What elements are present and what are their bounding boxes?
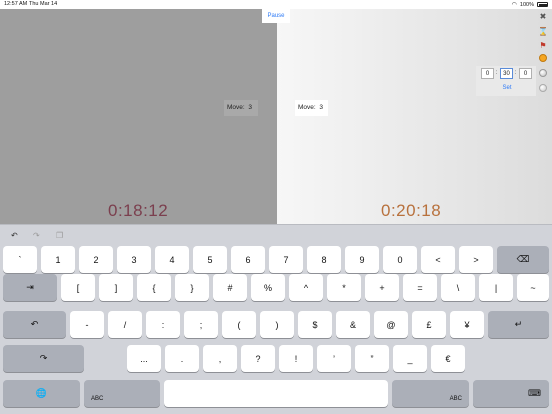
key[interactable]: € <box>431 345 465 372</box>
move-label: Move: <box>227 104 245 111</box>
key[interactable]: } <box>175 274 209 301</box>
key[interactable]: \ <box>441 274 475 301</box>
key[interactable]: % <box>251 274 285 301</box>
key[interactable]: & <box>336 311 370 338</box>
app-root: 12:57 AM Thu Mar 14 ◠ 100% Pause Move: 3… <box>0 0 552 414</box>
sphere-icon[interactable] <box>537 67 549 79</box>
key[interactable]: : <box>146 311 180 338</box>
key[interactable]: + <box>365 274 399 301</box>
key[interactable]: ) <box>260 311 294 338</box>
key[interactable]: 3 <box>117 246 151 273</box>
set-button[interactable]: Set <box>496 83 518 93</box>
key[interactable]: ~ <box>517 274 549 301</box>
undo-icon[interactable]: ↶ <box>11 231 18 240</box>
player-left-panel[interactable] <box>0 9 277 224</box>
move-label: Move: <box>298 104 316 111</box>
seconds-field[interactable]: 0 <box>519 68 532 79</box>
delete-key[interactable]: ⌫ <box>497 246 549 273</box>
key[interactable]: 8 <box>307 246 341 273</box>
move-value: 3 <box>319 104 323 111</box>
status-bar: 12:57 AM Thu Mar 14 ◠ 100% <box>0 0 552 9</box>
key[interactable]: | <box>479 274 513 301</box>
key[interactable]: ¥ <box>450 311 484 338</box>
wifi-icon: ◠ <box>511 2 517 8</box>
key[interactable]: < <box>421 246 455 273</box>
globe-key[interactable]: 🌐 <box>3 380 80 407</box>
key[interactable]: _ <box>393 345 427 372</box>
key[interactable]: ’ <box>317 345 351 372</box>
key[interactable]: 6 <box>231 246 265 273</box>
paste-icon[interactable]: ❐ <box>56 231 63 240</box>
key[interactable]: ” <box>355 345 389 372</box>
hours-field[interactable]: 0 <box>481 68 494 79</box>
key[interactable]: { <box>137 274 171 301</box>
key[interactable]: [ <box>61 274 95 301</box>
key[interactable]: 1 <box>41 246 75 273</box>
abc-key-right[interactable]: ABC <box>392 380 469 407</box>
move-value: 3 <box>248 104 252 111</box>
pause-button[interactable]: Pause <box>262 9 290 23</box>
battery-icon <box>537 2 548 7</box>
colon-separator: : <box>495 70 498 76</box>
key[interactable]: 2 <box>79 246 113 273</box>
key[interactable]: ! <box>279 345 313 372</box>
key[interactable]: ... <box>127 345 161 372</box>
key[interactable]: - <box>70 311 104 338</box>
time-setter: 0 : 30 : 0 Set <box>476 66 536 96</box>
move-counter-right: Move: 3 <box>295 100 328 116</box>
dot-icon[interactable] <box>537 82 549 94</box>
redo-key[interactable]: ↷ <box>3 345 84 372</box>
clock-time-left: 0:18:12 <box>108 201 169 220</box>
key[interactable]: @ <box>374 311 408 338</box>
key[interactable]: £ <box>412 311 446 338</box>
key[interactable]: ; <box>184 311 218 338</box>
key[interactable]: 5 <box>193 246 227 273</box>
key[interactable]: ( <box>222 311 256 338</box>
hourglass-icon[interactable]: ⌛ <box>537 25 549 37</box>
key[interactable]: # <box>213 274 247 301</box>
space-key[interactable] <box>164 380 388 407</box>
key[interactable]: 4 <box>155 246 189 273</box>
key[interactable]: 0 <box>383 246 417 273</box>
key[interactable]: 7 <box>269 246 303 273</box>
clock-time-right: 0:20:18 <box>381 201 442 220</box>
key[interactable]: ^ <box>289 274 323 301</box>
minutes-field[interactable]: 30 <box>500 68 513 79</box>
redo-icon[interactable]: ↷ <box>33 231 40 240</box>
battery-percent: 100% <box>519 1 534 8</box>
key[interactable]: ? <box>241 345 275 372</box>
key[interactable]: ] <box>99 274 133 301</box>
key[interactable]: > <box>459 246 493 273</box>
return-key[interactable]: ↵ <box>488 311 549 338</box>
status-time: 12:57 AM <box>4 1 28 7</box>
key[interactable]: * <box>327 274 361 301</box>
tab-key[interactable]: ⇥ <box>3 274 57 301</box>
abc-key-left[interactable]: ABC <box>84 380 160 407</box>
key[interactable]: ` <box>3 246 37 273</box>
status-right: ◠ 100% <box>512 1 548 8</box>
key[interactable]: 9 <box>345 246 379 273</box>
colon-separator: : <box>514 70 517 76</box>
key[interactable]: / <box>108 311 142 338</box>
undo-key[interactable]: ↶ <box>3 311 66 338</box>
key[interactable]: $ <box>298 311 332 338</box>
status-date: Thu Mar 14 <box>29 1 58 7</box>
key[interactable]: , <box>203 345 237 372</box>
dismiss-keyboard-key[interactable]: ⌨ <box>473 380 549 407</box>
coin-icon[interactable] <box>537 52 549 64</box>
move-counter-left: Move: 3 <box>224 100 258 116</box>
wrench-icon[interactable]: ✖ <box>537 10 549 22</box>
key[interactable]: . <box>165 345 199 372</box>
player-right-panel[interactable] <box>277 9 552 224</box>
key[interactable]: = <box>403 274 437 301</box>
flag-icon[interactable]: ⚑ <box>537 39 549 51</box>
